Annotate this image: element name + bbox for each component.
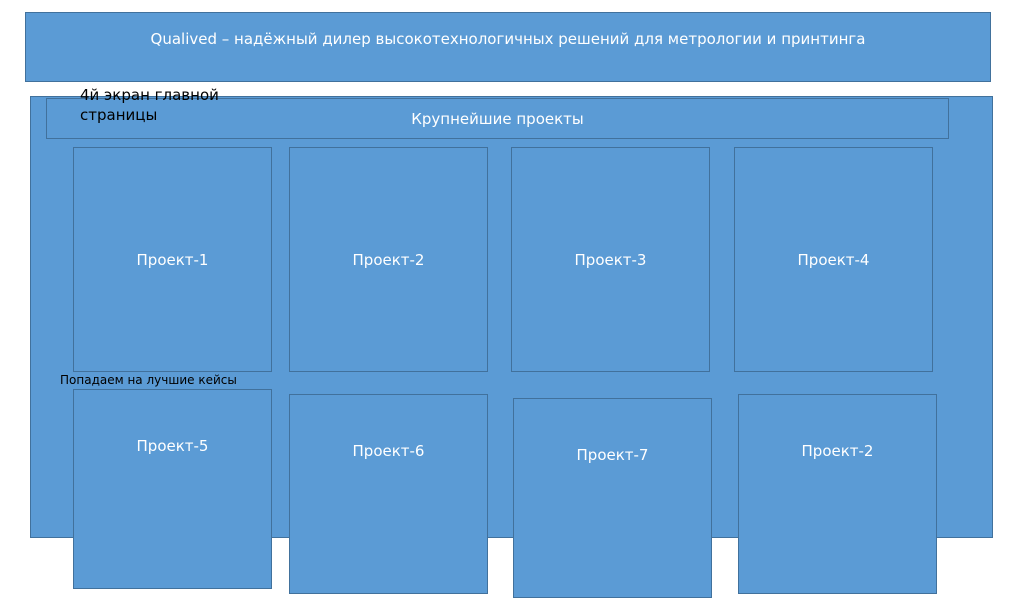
project-card-label: Проект-4 — [797, 250, 870, 269]
project-card-label: Проект-6 — [352, 442, 425, 460]
screen-note: 4й экран главной страницы — [80, 86, 219, 124]
project-card-label: Проект-2 — [352, 250, 425, 269]
project-card-label: Проект-5 — [136, 437, 209, 455]
project-card-8[interactable]: Проект-2 — [738, 394, 937, 594]
project-card-label: Проект-2 — [801, 442, 874, 460]
project-card-2[interactable]: Проект-2 — [289, 147, 488, 372]
header-title: Qualived – надёжный дилер высокотехнолог… — [150, 30, 866, 48]
project-card-label: Проект-3 — [574, 250, 647, 269]
project-card-1[interactable]: Проект-1 — [73, 147, 272, 372]
best-cases-note: Попадаем на лучшие кейсы — [60, 373, 237, 387]
header-bar: Qualived – надёжный дилер высокотехнолог… — [25, 12, 991, 82]
project-card-label: Проект-1 — [136, 250, 209, 269]
project-card-7[interactable]: Проект-7 — [513, 398, 712, 598]
project-card-6[interactable]: Проект-6 — [289, 394, 488, 594]
section-title: Крупнейшие проекты — [411, 109, 584, 128]
project-card-5[interactable]: Проект-5 — [73, 389, 272, 589]
project-card-label: Проект-7 — [576, 446, 649, 464]
project-card-3[interactable]: Проект-3 — [511, 147, 710, 372]
project-card-4[interactable]: Проект-4 — [734, 147, 933, 372]
